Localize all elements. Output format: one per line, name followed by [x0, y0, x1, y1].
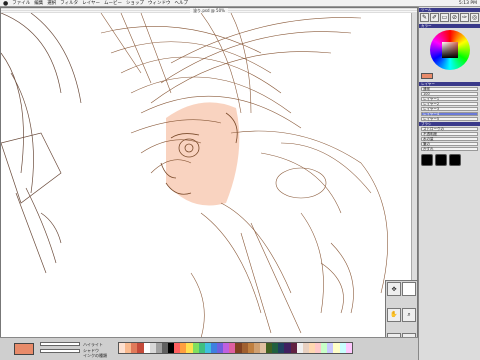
palette-swatch[interactable] [345, 343, 352, 353]
menu-bar: ● ファイル 編集 選択 フィルタ レイヤー ムービー ショップ ウィンドウ ヘ… [0, 0, 480, 7]
layer-opacity[interactable]: 100 [421, 91, 478, 96]
clock: 5:13 PM [458, 0, 477, 6]
eraser-tool-icon[interactable]: ▭ [440, 13, 449, 22]
apple-menu-icon[interactable]: ● [3, 0, 8, 7]
brush-preset[interactable] [435, 153, 447, 166]
size-slider[interactable] [40, 349, 80, 353]
layer-mode-select[interactable]: 通常 [421, 86, 478, 91]
brush-preset[interactable] [421, 153, 433, 166]
color-wheel[interactable] [429, 30, 470, 70]
layer-item[interactable]: レイヤー1 [421, 96, 478, 101]
brush-presets [419, 152, 480, 168]
brush-tool-icon[interactable]: ✐ [430, 13, 439, 22]
color-panel-title: カラー [419, 24, 480, 28]
move-tool-icon[interactable]: ✥ [387, 282, 401, 296]
menu-layer[interactable]: レイヤー [82, 0, 100, 6]
current-color-swatch[interactable] [421, 73, 433, 79]
layer-item[interactable]: レイヤー3 [421, 106, 478, 111]
palette-sidebar: ツール ✎ ✐ ▭ ⊘ ✑ ◎ カラー レイヤー 通常 100 レイヤー1 レイ… [418, 7, 480, 360]
tool-grid: ✎ ✐ ▭ ⊘ ✑ ◎ [419, 12, 480, 23]
brush-option[interactable]: ストロークの [421, 126, 478, 131]
menu-filter[interactable]: フィルタ [60, 0, 78, 6]
brush-option[interactable]: 筆の [421, 141, 478, 146]
menu-edit[interactable]: 編集 [34, 0, 43, 6]
hand-tool-icon[interactable]: ✋ [387, 307, 401, 322]
layer-item[interactable]: レイヤー2 [421, 101, 478, 106]
drawing-canvas[interactable] [1, 13, 413, 338]
menubar-status: 5:13 PM [459, 1, 480, 6]
brush-option[interactable]: かすれ [421, 146, 478, 151]
menu-window[interactable]: ウィンドウ [148, 0, 171, 6]
pencil-tool-icon[interactable]: ✎ [420, 13, 429, 22]
opacity-slider[interactable] [40, 342, 80, 346]
dropper-tool-icon[interactable]: ⊘ [450, 13, 459, 22]
current-color-preview[interactable] [14, 343, 34, 355]
layer-item-selected[interactable]: レイヤー4 [421, 111, 478, 116]
document-window: 塗り.psd @ 50% [0, 7, 418, 338]
menu-file[interactable]: ファイル [12, 0, 30, 6]
layer-item[interactable]: レイヤー5 [421, 116, 478, 121]
zoom-tool-icon[interactable]: ⌕ [402, 307, 416, 322]
menu-select[interactable]: 選択 [47, 0, 56, 6]
line-art-illustration [1, 13, 388, 338]
menu-movie[interactable]: ムービー [104, 0, 122, 6]
option-ink[interactable]: インクの種類 [83, 353, 107, 359]
color-palette [118, 342, 353, 354]
layers-panel-title: レイヤー [419, 81, 480, 86]
white-color-icon[interactable] [402, 282, 416, 296]
brush-preset[interactable] [449, 153, 461, 166]
brush-option[interactable]: 水の量 [421, 136, 478, 141]
marker-tool-icon[interactable]: ✑ [460, 13, 469, 22]
color-saturation-square[interactable] [441, 42, 458, 58]
brush-panel-title: ブラシ [419, 121, 480, 126]
airbrush-tool-icon[interactable]: ◎ [470, 13, 479, 22]
menu-shop[interactable]: ショップ [126, 0, 144, 6]
menu-help[interactable]: ヘルプ [175, 0, 189, 6]
brush-option[interactable]: 不透明度 [421, 131, 478, 136]
